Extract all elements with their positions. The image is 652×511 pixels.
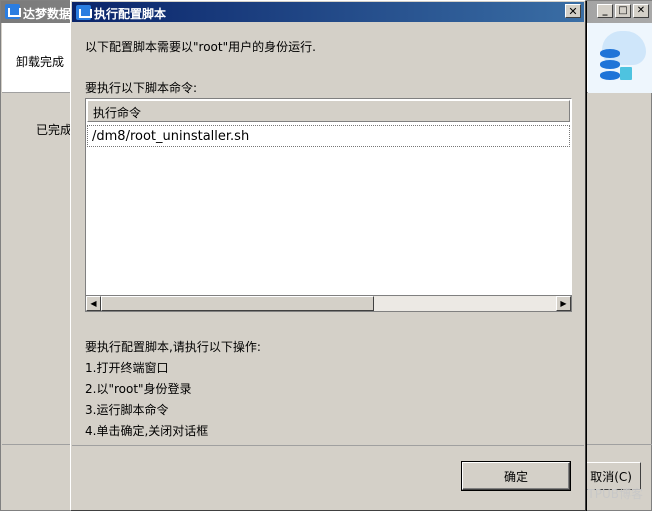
horizontal-scrollbar[interactable]: ◀ ▶ [85, 295, 572, 312]
arrow-left-icon[interactable]: ◀ [86, 296, 101, 311]
app-icon [76, 5, 92, 20]
instruction-step: 2.以"root"身份登录 [85, 382, 192, 396]
app-icon [5, 4, 21, 19]
arrow-right-icon[interactable]: ▶ [556, 296, 571, 311]
commands-table: 执行命令 /dm8/root_uninstaller.sh [85, 98, 572, 312]
intro-text: 以下配置脚本需要以"root"用户的身份运行. [85, 40, 316, 54]
column-header-command[interactable]: 执行命令 [87, 100, 570, 122]
dialog-content: 以下配置脚本需要以"root"用户的身份运行. 要执行以下脚本命令: 执行命令 … [72, 22, 584, 446]
installer-status-text: 已完成 [36, 123, 73, 137]
instructions-heading: 要执行配置脚本,请执行以下操作: [85, 340, 261, 354]
ok-button[interactable]: 确定 [462, 462, 570, 490]
close-icon[interactable]: ✕ [565, 4, 581, 18]
commands-label: 要执行以下脚本命令: [85, 81, 198, 95]
installer-step-title: 卸载完成 [16, 55, 65, 69]
instruction-step: 3.运行脚本命令 [85, 403, 169, 417]
maximize-icon[interactable]: □ [615, 4, 631, 18]
command-cell: /dm8/root_uninstaller.sh [92, 129, 250, 144]
dialog-titlebar: 执行配置脚本 ✕ [72, 2, 584, 22]
column-header-label: 执行命令 [93, 106, 142, 120]
dialog-title: 执行配置脚本 [94, 7, 167, 21]
minimize-icon[interactable]: _ [597, 4, 613, 18]
ok-button-label: 确定 [503, 469, 528, 484]
window-controls: _ □ ✕ [597, 4, 649, 18]
instructions-list: 要执行配置脚本,请执行以下操作: 1.打开终端窗口 2.以"root"身份登录 … [85, 337, 261, 442]
installer-title: 达梦数据 [23, 7, 72, 21]
instruction-step: 1.打开终端窗口 [85, 361, 169, 375]
execute-script-dialog: 执行配置脚本 ✕ 以下配置脚本需要以"root"用户的身份运行. 要执行以下脚本… [70, 0, 586, 511]
database-cloud-icon [588, 23, 652, 93]
cancel-button-label: 取消(C) [590, 470, 632, 484]
scrollbar-thumb[interactable] [101, 296, 374, 311]
instruction-step: 4.单击确定,关闭对话框 [85, 424, 209, 438]
close-icon[interactable]: ✕ [633, 4, 649, 18]
table-row[interactable]: /dm8/root_uninstaller.sh [87, 125, 570, 147]
